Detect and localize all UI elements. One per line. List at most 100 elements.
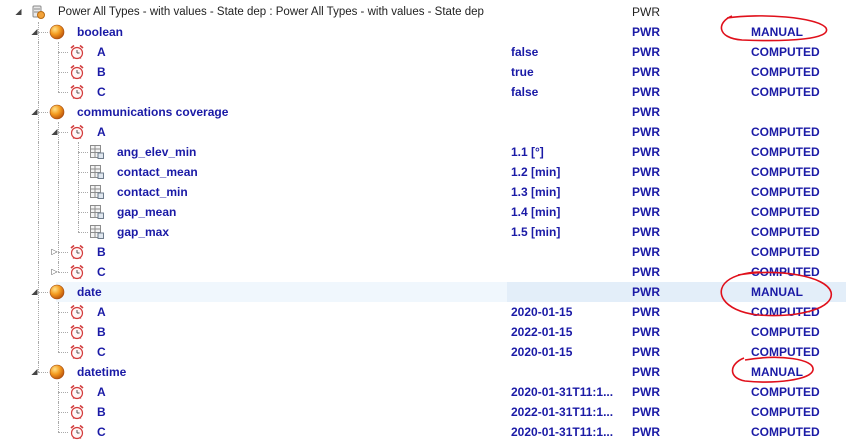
value-cell: 2020-01-31T11:1... [511, 425, 614, 439]
tree-item-label: B [97, 245, 106, 259]
tree-item-label: B [97, 405, 106, 419]
pwr-cell: PWR [632, 365, 660, 379]
tree-guide-line [58, 202, 59, 222]
tree-guide-line [38, 42, 39, 62]
status-cell: COMPUTED [751, 265, 820, 279]
tree-row[interactable]: Cfalse PWR COMPUTED [0, 82, 846, 102]
expanded-triangle-icon[interactable]: ◢ [30, 107, 39, 116]
tree-item-label: datetime [77, 365, 127, 379]
collapsed-triangle-icon[interactable]: ▷ [50, 267, 59, 276]
expanded-triangle-icon[interactable]: ◢ [50, 127, 59, 136]
tree-item-label: B [97, 325, 106, 339]
tree-row[interactable]: ◢ date PWR MANUAL [0, 282, 846, 302]
pwr-cell: PWR [632, 185, 660, 199]
collapsed-triangle-icon[interactable]: ▷ [50, 247, 59, 256]
value-cell: 2022-01-31T11:1... [511, 405, 614, 419]
table-icon [89, 204, 105, 220]
tree-guide-line [38, 122, 39, 142]
expanded-triangle-icon[interactable]: ◢ [30, 287, 39, 296]
tree-item-label: A [97, 45, 106, 59]
tree-row[interactable]: C 2020-01-15 PWR COMPUTED [0, 342, 846, 362]
table-icon [89, 224, 105, 240]
pwr-cell: PWR [632, 85, 660, 99]
tree-item-label: gap_mean [117, 205, 177, 219]
tree-guide-line [38, 62, 39, 82]
pwr-cell: PWR [632, 245, 660, 259]
tree-row[interactable]: gap_mean 1.4 [min] PWR COMPUTED [0, 202, 846, 222]
tree-row[interactable]: A 2020-01-31T11:1... PWR COMPUTED [0, 382, 846, 402]
tree-row[interactable]: A 2020-01-15 PWR COMPUTED [0, 302, 846, 322]
tree-guide-line [58, 422, 59, 432]
tree-row[interactable]: gap_max 1.5 [min] PWR COMPUTED [0, 222, 846, 242]
tree-row[interactable]: C 2020-01-31T11:1... PWR COMPUTED [0, 422, 846, 442]
tree-guide-line [38, 82, 39, 102]
tree-guide-line [58, 392, 68, 393]
pwr-cell: PWR [632, 305, 660, 319]
tree-guide-line [38, 242, 39, 262]
tree-item-label: B [97, 65, 106, 79]
pwr-cell: PWR [632, 5, 660, 19]
alarm-clock-icon [69, 244, 85, 260]
table-icon [89, 184, 105, 200]
expanded-triangle-icon[interactable]: ◢ [14, 7, 23, 16]
tree-row[interactable]: ◢ datetime PWR MANUAL [0, 362, 846, 382]
tree-item-label: gap_max [117, 225, 170, 239]
value-cell: 1.1 [°] [511, 145, 544, 159]
status-cell: COMPUTED [751, 425, 820, 439]
status-cell: COMPUTED [751, 145, 820, 159]
tree-item-label: date [77, 285, 102, 299]
tree-guide-line [38, 202, 39, 222]
tree-guide-line [58, 312, 68, 313]
tree-item-label: communications coverage [77, 105, 229, 119]
alarm-clock-icon [69, 264, 85, 280]
pwr-cell: PWR [632, 145, 660, 159]
tree-guide-line [78, 172, 88, 173]
pwr-cell: PWR [632, 385, 660, 399]
tree-row[interactable]: contact_mean 1.2 [min] PWR COMPUTED [0, 162, 846, 182]
orange-ball-icon [49, 284, 65, 300]
tree-item-label: contact_min [117, 185, 188, 199]
tree-row[interactable]: ◢ boolean PWR MANUAL [0, 22, 846, 42]
tree-item-label: C [97, 345, 106, 359]
tree-item-label: contact_mean [117, 165, 198, 179]
pwr-cell: PWR [632, 125, 660, 139]
tree-row[interactable]: ◢ communications coverage PWR [0, 102, 846, 122]
alarm-clock-icon [69, 324, 85, 340]
value-cell: 1.5 [min] [511, 225, 561, 239]
status-cell: COMPUTED [751, 205, 820, 219]
expanded-triangle-icon[interactable]: ◢ [30, 367, 39, 376]
value-cell: 2020-01-15 [511, 305, 573, 319]
tree-guide-line [38, 302, 39, 322]
pwr-cell: PWR [632, 165, 660, 179]
status-cell: COMPUTED [751, 85, 820, 99]
tree-item-label: boolean [77, 25, 124, 39]
tree-row[interactable]: B 2022-01-15 PWR COMPUTED [0, 322, 846, 342]
pwr-cell: PWR [632, 325, 660, 339]
tree-row[interactable]: ◢ A PWR COMPUTED [0, 122, 846, 142]
tree-guide-line [58, 82, 59, 92]
status-cell: COMPUTED [751, 325, 820, 339]
tree-row[interactable]: B 2022-01-31T11:1... PWR COMPUTED [0, 402, 846, 422]
tree-item-label: C [97, 425, 106, 439]
tree-row[interactable]: contact_min 1.3 [min] PWR COMPUTED [0, 182, 846, 202]
value-cell: 1.3 [min] [511, 185, 561, 199]
tree-guide-line [78, 232, 88, 233]
tree-row[interactable]: ang_elev_min 1.1 [°] PWR COMPUTED [0, 142, 846, 162]
tree-row[interactable]: Btrue PWR COMPUTED [0, 62, 846, 82]
tree-guide-line [38, 112, 48, 113]
tree-row[interactable]: ▷ C PWR COMPUTED [0, 262, 846, 282]
tree-guide-line [78, 212, 88, 213]
pwr-cell: PWR [632, 405, 660, 419]
pwr-cell: PWR [632, 65, 660, 79]
parameter-tree: ◢ Power All Types - with values - State d… [0, 2, 846, 442]
expanded-triangle-icon[interactable]: ◢ [30, 27, 39, 36]
tree-item-label: A [97, 125, 106, 139]
alarm-clock-icon [69, 64, 85, 80]
tree-row[interactable]: Afalse PWR COMPUTED [0, 42, 846, 62]
status-cell: COMPUTED [751, 385, 820, 399]
tree-row[interactable]: ◢ Power All Types - with values - State d… [0, 2, 846, 22]
alarm-clock-icon [69, 84, 85, 100]
tree-guide-line [58, 332, 68, 333]
value-cell: 2020-01-15 [511, 345, 573, 359]
tree-row[interactable]: ▷ B PWR COMPUTED [0, 242, 846, 262]
